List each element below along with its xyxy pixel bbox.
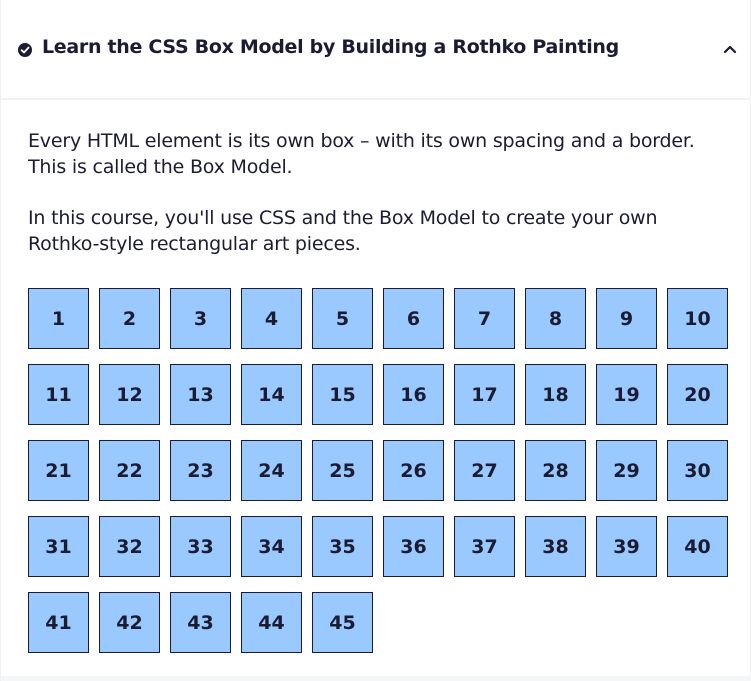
step-button[interactable]: 37 — [454, 516, 515, 577]
step-button[interactable]: 26 — [383, 440, 444, 501]
step-button[interactable]: 30 — [667, 440, 728, 501]
step-button[interactable]: 24 — [241, 440, 302, 501]
panel-bottom-divider — [1, 676, 751, 681]
step-button[interactable]: 33 — [170, 516, 231, 577]
chevron-up-icon[interactable] — [723, 44, 737, 54]
step-button[interactable]: 43 — [170, 592, 231, 653]
step-button[interactable]: 15 — [312, 364, 373, 425]
step-button[interactable]: 5 — [312, 288, 373, 349]
step-button[interactable]: 1 — [28, 288, 89, 349]
step-button[interactable]: 3 — [170, 288, 231, 349]
step-grid: 1 2 3 4 5 6 7 8 9 10 11 12 13 14 15 16 17 18 19 20 21 22 23 24 2… — [28, 288, 738, 653]
step-button[interactable]: 21 — [28, 440, 89, 501]
check-circle-icon — [18, 43, 32, 57]
step-button[interactable]: 25 — [312, 440, 373, 501]
step-button[interactable]: 6 — [383, 288, 444, 349]
step-button[interactable]: 38 — [525, 516, 586, 577]
step-button[interactable]: 23 — [170, 440, 231, 501]
step-button[interactable]: 44 — [241, 592, 302, 653]
step-button[interactable]: 19 — [596, 364, 657, 425]
step-button[interactable]: 11 — [28, 364, 89, 425]
step-button[interactable]: 45 — [312, 592, 373, 653]
step-button[interactable]: 39 — [596, 516, 657, 577]
step-button[interactable]: 27 — [454, 440, 515, 501]
step-button[interactable]: 32 — [99, 516, 160, 577]
course-block-panel: Learn the CSS Box Model by Building a Ro… — [0, 0, 751, 681]
step-button[interactable]: 8 — [525, 288, 586, 349]
block-title: Learn the CSS Box Model by Building a Ro… — [42, 36, 619, 58]
step-button[interactable]: 17 — [454, 364, 515, 425]
step-button[interactable]: 12 — [99, 364, 160, 425]
step-button[interactable]: 14 — [241, 364, 302, 425]
step-button[interactable]: 29 — [596, 440, 657, 501]
step-button[interactable]: 42 — [99, 592, 160, 653]
step-button[interactable]: 41 — [28, 592, 89, 653]
step-button[interactable]: 4 — [241, 288, 302, 349]
step-button[interactable]: 35 — [312, 516, 373, 577]
step-button[interactable]: 22 — [99, 440, 160, 501]
step-button[interactable]: 31 — [28, 516, 89, 577]
step-button[interactable]: 16 — [383, 364, 444, 425]
step-button[interactable]: 7 — [454, 288, 515, 349]
step-button[interactable]: 18 — [525, 364, 586, 425]
step-button[interactable]: 13 — [170, 364, 231, 425]
step-button[interactable]: 20 — [667, 364, 728, 425]
step-button[interactable]: 40 — [667, 516, 728, 577]
block-description-secondary: In this course, you'll use CSS and the B… — [28, 207, 658, 255]
block-description: Every HTML element is its own box – with… — [28, 130, 695, 178]
step-button[interactable]: 10 — [667, 288, 728, 349]
step-button[interactable]: 34 — [241, 516, 302, 577]
step-button[interactable]: 28 — [525, 440, 586, 501]
step-button[interactable]: 36 — [383, 516, 444, 577]
step-button[interactable]: 9 — [596, 288, 657, 349]
step-button[interactable]: 2 — [99, 288, 160, 349]
block-header-toggle[interactable]: Learn the CSS Box Model by Building a Ro… — [1, 0, 751, 100]
